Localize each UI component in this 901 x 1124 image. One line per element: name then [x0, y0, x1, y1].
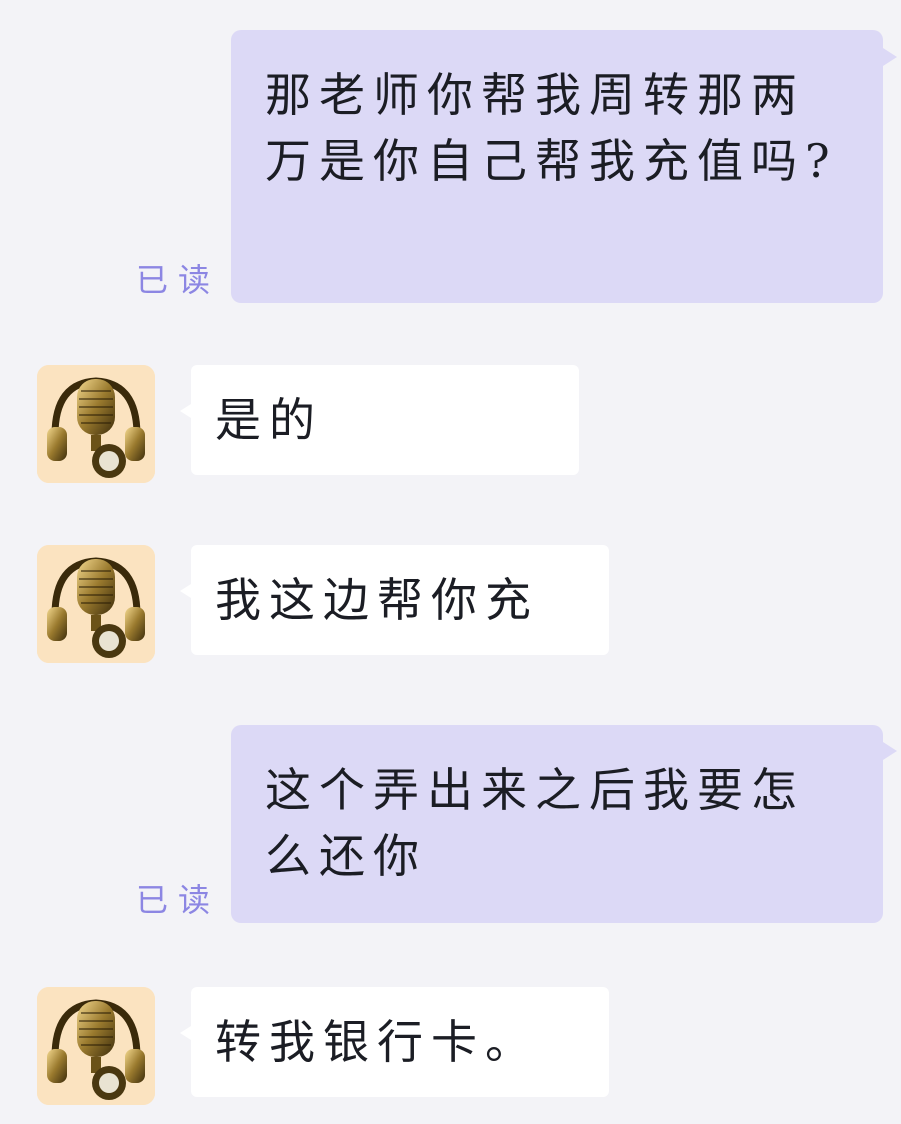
bubble-tail: [883, 48, 897, 66]
avatar[interactable]: [37, 545, 155, 663]
message-text: 这个弄出来之后我要怎么还你: [265, 763, 805, 883]
microphone-headphones-icon: [37, 987, 155, 1105]
avatar[interactable]: [37, 365, 155, 483]
avatar[interactable]: [37, 987, 155, 1105]
message-bubble[interactable]: 这个弄出来之后我要怎么还你: [231, 725, 883, 923]
bubble-tail: [883, 742, 897, 760]
message-bubble[interactable]: 那老师你帮我周转那两万是你自己帮我充值吗?: [231, 30, 883, 303]
message-bubble[interactable]: 转我银行卡。: [191, 987, 609, 1097]
message-text: 是的: [215, 393, 323, 447]
message-text: 我这边帮你充: [215, 573, 539, 627]
message-bubble[interactable]: 是的: [191, 365, 579, 475]
read-status: 已读: [136, 881, 221, 919]
bubble-tail: [180, 404, 191, 418]
message-text: 那老师你帮我周转那两万是你自己帮我充值吗?: [265, 68, 838, 188]
bubble-tail: [180, 584, 191, 598]
microphone-headphones-icon: [37, 365, 155, 483]
message-bubble[interactable]: 我这边帮你充: [191, 545, 609, 655]
bubble-tail: [180, 1026, 191, 1040]
read-status: 已读: [136, 261, 221, 299]
microphone-headphones-icon: [37, 545, 155, 663]
chat-screen: 已读 那老师你帮我周转那两万是你自己帮我充值吗? 是的 我这边帮你充 已读 这个…: [0, 0, 901, 1124]
message-text: 转我银行卡。: [215, 1015, 539, 1069]
